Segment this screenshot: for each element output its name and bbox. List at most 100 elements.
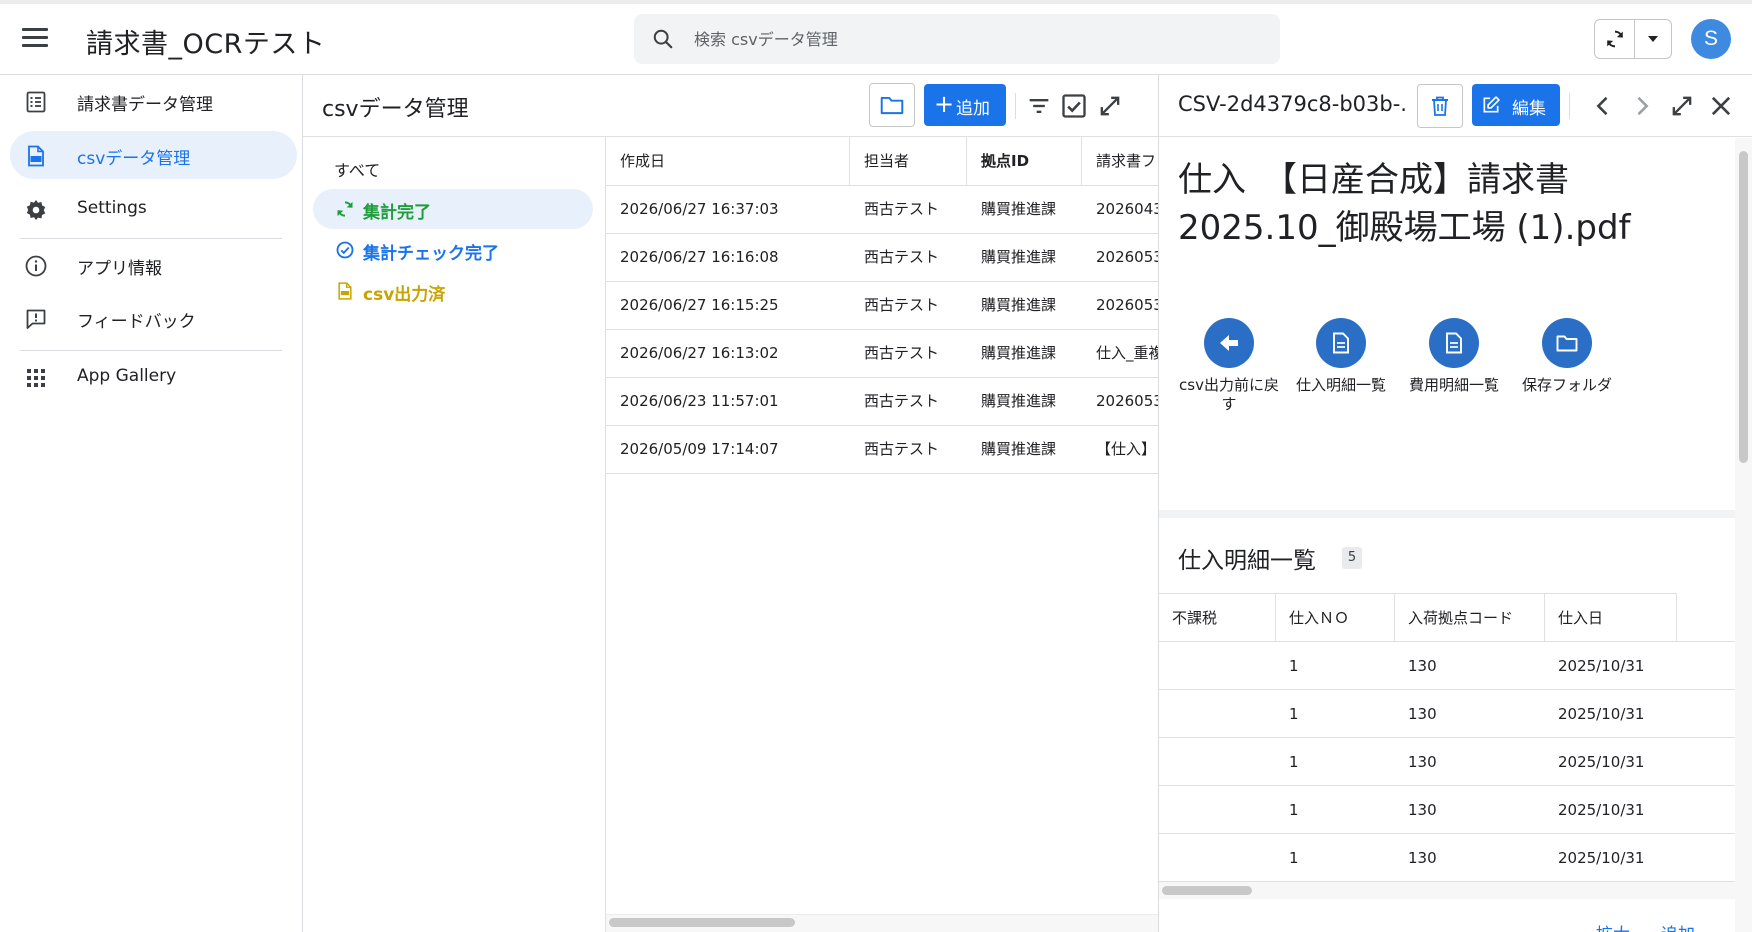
filter-all[interactable]: すべて: [334, 157, 380, 181]
sidebar-item-invoice-data[interactable]: 請求書データ管理: [10, 77, 297, 125]
close-icon[interactable]: [1707, 92, 1735, 120]
cell-owner: 西古テスト: [864, 248, 940, 266]
table-row[interactable]: 1 130 2025/10/31: [1159, 689, 1735, 737]
cell-owner: 西古テスト: [864, 200, 940, 218]
add-button[interactable]: + 追加: [924, 84, 1006, 126]
sidebar-divider: [20, 238, 282, 239]
column-header-owner[interactable]: 担当者: [850, 137, 967, 185]
cell-invoice: 仕入_重複: [1096, 344, 1158, 362]
table-row[interactable]: 2026/06/27 16:37:03 西古テスト 購買推進課 2026043: [606, 186, 1158, 234]
add-row-link[interactable]: 追加: [1661, 920, 1695, 932]
detail-header: CSV-2d4379c8-b03b-... 編集: [1159, 75, 1752, 137]
action-circle: [1316, 318, 1366, 368]
zoom-link[interactable]: 拡大: [1596, 920, 1630, 932]
column-header-base-code[interactable]: 入荷拠点コード: [1395, 593, 1545, 641]
avatar[interactable]: S: [1691, 19, 1731, 59]
expand-icon[interactable]: [1668, 92, 1696, 120]
search-input[interactable]: [694, 14, 1264, 64]
section-divider: [1159, 510, 1735, 518]
cell-purchase-no: 1: [1289, 801, 1299, 819]
detail-horizontal-scrollbar[interactable]: [1162, 886, 1252, 895]
table-row[interactable]: 1 130 2025/10/31: [1159, 641, 1735, 689]
table-row[interactable]: 1 130 2025/10/31: [1159, 785, 1735, 833]
sidebar-item-csv-data[interactable]: csvデータ管理: [10, 131, 297, 179]
cell-purchase-no: 1: [1289, 849, 1299, 867]
detail-body: 仕入 【日産合成】請求書2025.10_御殿場工場 (1).pdf csv出力前…: [1159, 138, 1735, 932]
list-doc-icon: [26, 91, 46, 113]
cell-tax-exempt: [1159, 642, 1276, 690]
feedback-icon: [26, 309, 46, 329]
sidebar: 請求書データ管理 csvデータ管理 Settings アプリ情報 フィードバック: [0, 75, 303, 932]
sidebar-item-feedback[interactable]: フィードバック: [10, 294, 297, 342]
column-header-purchase-date[interactable]: 仕入日: [1545, 593, 1677, 641]
column-header-created[interactable]: 作成日: [606, 137, 850, 185]
chevron-left-icon[interactable]: [1589, 92, 1617, 120]
record-id: CSV-2d4379c8-b03b-...: [1178, 92, 1408, 116]
column-header-base-id[interactable]: 拠点ID: [967, 137, 1082, 185]
filter-label: 集計完了: [363, 203, 431, 223]
filter-item-csv-exported[interactable]: csv出力済: [313, 271, 593, 311]
sync-button-group: [1594, 19, 1672, 59]
cell-base-code: 130: [1408, 657, 1437, 675]
expense-details-button[interactable]: 費用明細一覧: [1398, 318, 1510, 395]
detail-vertical-scrollbar[interactable]: [1739, 151, 1748, 463]
filter-item-checked[interactable]: 集計チェック完了: [313, 230, 593, 270]
filter-icon[interactable]: [1025, 92, 1053, 120]
folder-button[interactable]: [869, 83, 915, 127]
sidebar-item-app-info[interactable]: アプリ情報: [10, 241, 297, 289]
table-row[interactable]: 2026/06/27 16:15:25 西古テスト 購買推進課 2026053: [606, 282, 1158, 330]
folder-icon: [1556, 335, 1578, 352]
table-row[interactable]: 2026/05/09 17:14:07 西古テスト 購買推進課 【仕入】: [606, 426, 1158, 474]
sidebar-item-label: 請求書データ管理: [77, 95, 213, 115]
action-label: 費用明細一覧: [1408, 376, 1499, 394]
cell-created: 2026/06/27 16:37:03: [620, 200, 779, 218]
filter-item-aggregated[interactable]: 集計完了: [313, 189, 593, 229]
revert-before-csv-button[interactable]: csv出力前に戻す: [1173, 318, 1285, 414]
search-bar[interactable]: [634, 14, 1280, 64]
cell-invoice: 2026043: [1096, 200, 1158, 218]
arrow-left-icon: [1220, 335, 1238, 351]
sync-dropdown-button[interactable]: [1635, 20, 1672, 58]
apps-grid-icon: [27, 369, 45, 387]
csv-file-icon: [28, 145, 44, 167]
sync-icon: [337, 201, 353, 217]
check-circle-icon: [336, 241, 354, 259]
horizontal-scrollbar[interactable]: [609, 918, 795, 927]
column-header-invoice[interactable]: 請求書フ: [1082, 137, 1158, 185]
detail-panel: CSV-2d4379c8-b03b-... 編集 仕入 【日産合成】請求書202…: [1158, 75, 1752, 932]
expand-icon[interactable]: [1096, 92, 1124, 120]
table-row[interactable]: 2026/06/23 11:57:01 西古テスト 購買推進課 2026053: [606, 378, 1158, 426]
cell-base-code: 130: [1408, 801, 1437, 819]
action-label: 保存フォルダ: [1521, 376, 1612, 394]
menu-icon[interactable]: [22, 28, 48, 48]
cell-base-id: 購買推進課: [981, 296, 1057, 314]
cell-invoice: 2026053: [1096, 296, 1158, 314]
sync-button[interactable]: [1595, 20, 1635, 58]
gear-icon: [26, 200, 46, 220]
checkbox-select-icon[interactable]: [1060, 92, 1088, 120]
edit-button[interactable]: 編集: [1472, 84, 1560, 126]
cell-created: 2026/06/27 16:15:25: [620, 296, 779, 314]
section-title: 仕入明細一覧: [1178, 548, 1316, 574]
cell-invoice: 【仕入】: [1096, 440, 1157, 458]
cell-purchase-date: 2025/10/31: [1558, 753, 1645, 771]
sync-icon: [1607, 30, 1623, 48]
purchase-details-button[interactable]: 仕入明細一覧: [1285, 318, 1397, 395]
table-row[interactable]: 1 130 2025/10/31: [1159, 833, 1735, 881]
table-row[interactable]: 1 130 2025/10/31: [1159, 737, 1735, 785]
trash-icon: [1432, 96, 1448, 116]
cell-purchase-no: 1: [1289, 705, 1299, 723]
cell-owner: 西古テスト: [864, 344, 940, 362]
column-header-tax-exempt[interactable]: 不課税: [1159, 593, 1276, 641]
sidebar-item-settings[interactable]: Settings: [10, 185, 297, 233]
delete-button[interactable]: [1417, 84, 1463, 128]
table-row[interactable]: 2026/06/27 16:13:02 西古テスト 購買推進課 仕入_重複: [606, 330, 1158, 378]
chevron-right-icon[interactable]: [1628, 92, 1656, 120]
sidebar-item-app-gallery[interactable]: App Gallery: [10, 353, 297, 401]
toolbar-divider: [1569, 93, 1570, 119]
column-header-purchase-no[interactable]: 仕入ＮＯ: [1276, 593, 1395, 641]
table-row[interactable]: 2026/06/27 16:16:08 西古テスト 購買推進課 2026053: [606, 234, 1158, 282]
status-filter-list: すべて 集計完了 集計チェック完了 csv出力済: [303, 137, 605, 932]
sidebar-item-label: App Gallery: [77, 366, 177, 386]
save-folder-button[interactable]: 保存フォルダ: [1511, 318, 1623, 395]
